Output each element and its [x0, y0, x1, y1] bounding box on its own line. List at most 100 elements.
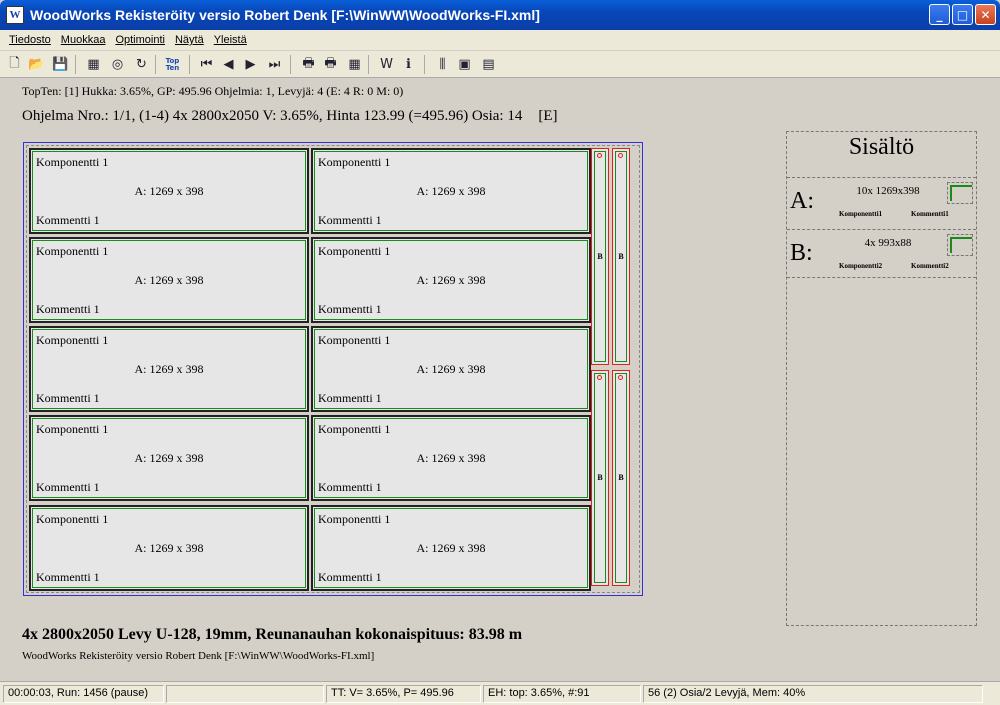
part-comment: Kommentti 1	[36, 302, 100, 316]
part-comment: Kommentti 1	[318, 391, 382, 405]
contents-comment: Kommentti2	[911, 262, 949, 270]
marker-icon	[597, 375, 602, 380]
menu-yleista[interactable]: Yleistä	[209, 34, 252, 46]
status-time: 00:00:03, Run: 1456 (pause)	[3, 685, 164, 703]
contents-row-a[interactable]: A: 10x 1269x398 Komponentti1 Kommentti1	[787, 177, 976, 225]
marker-icon	[618, 375, 623, 380]
part-a[interactable]: Komponentti 1 A: 1269 x 398 Kommentti 1	[29, 237, 309, 323]
contents-letter: A:	[790, 188, 814, 214]
title-bar[interactable]: W WoodWorks Rekisteröity versio Robert D…	[0, 0, 1000, 30]
part-a[interactable]: Komponentti 1 A: 1269 x 398 Kommentti 1	[311, 505, 591, 591]
menu-nayta[interactable]: Näytä	[170, 34, 209, 46]
part-comment: Kommentti 1	[318, 570, 382, 584]
toolbar: 🗋 📂 💾 ▦ ◎ ↻ Top Ten ⏮ ◀ ▶ ⏭ 🖶 🖶 ▦ Wℹ ⫼ ▣ ▤	[0, 51, 1000, 78]
part-thumbnail-icon	[947, 182, 973, 204]
part-a[interactable]: Komponentti 1 A: 1269 x 398 Kommentti 1	[311, 237, 591, 323]
contents-qty: 4x 993x88	[864, 237, 912, 249]
program-text: Ohjelma Nro.: 1/1, (1-4) 4x 2800x2050 V:…	[22, 108, 523, 124]
part-comment: Kommentti 1	[318, 480, 382, 494]
contents-qty: 10x 1269x398	[856, 185, 920, 197]
woodworks-icon[interactable]: W	[376, 54, 397, 75]
part-comment: Kommentti 1	[318, 302, 382, 316]
layout-icon[interactable]: ▤	[478, 54, 499, 75]
open-folder-icon[interactable]: 📂	[26, 54, 47, 75]
part-component: Komponentti 1	[318, 512, 391, 526]
cutting-board[interactable]: Komponentti 1 A: 1269 x 398 Kommentti 1 Kom…	[23, 142, 643, 596]
toolbar-separator	[189, 55, 190, 74]
strip-label: B	[597, 251, 603, 261]
part-a[interactable]: Komponentti 1 A: 1269 x 398 Kommentti 1	[29, 505, 309, 591]
info-icon[interactable]: ℹ	[398, 54, 419, 75]
grid-icon[interactable]: ▦	[344, 54, 365, 75]
part-component: Komponentti 1	[318, 422, 391, 436]
part-thumbnail-icon	[947, 234, 973, 256]
part-comment: Kommentti 1	[36, 213, 100, 227]
toolbar-separator	[75, 55, 76, 74]
contents-title: Sisältö	[848, 134, 915, 160]
marker-icon	[597, 153, 602, 158]
minimize-button[interactable]: _	[929, 4, 950, 25]
close-button[interactable]: ✕	[975, 4, 996, 25]
print-icon[interactable]: 🖶	[298, 54, 319, 75]
board-subtitle: WoodWorks Rekisteröity versio Robert Den…	[22, 650, 375, 662]
part-dimension: A: 1269 x 398	[134, 273, 204, 287]
contents-panel: Sisältö A: 10x 1269x398 Komponentti1 Kom…	[786, 131, 977, 626]
next-icon[interactable]: ▶	[240, 54, 261, 75]
prev-icon[interactable]: ◀	[218, 54, 239, 75]
contents-comment: Kommentti1	[911, 210, 949, 218]
program-info: Ohjelma Nro.: 1/1, (1-4) 4x 2800x2050 V:…	[22, 108, 558, 125]
refresh-icon[interactable]: ↻	[131, 54, 152, 75]
print-preview-icon[interactable]: 🖶	[320, 54, 341, 75]
board-inner: Komponentti 1 A: 1269 x 398 Kommentti 1 Kom…	[26, 145, 640, 593]
contents-row-b[interactable]: B: 4x 993x88 Komponentti2 Kommentti2	[787, 229, 976, 277]
last-icon[interactable]: ⏭	[264, 54, 285, 75]
part-a[interactable]: Komponentti 1 A: 1269 x 398 Kommentti 1	[29, 148, 309, 234]
maximize-button[interactable]: □	[952, 4, 973, 25]
toolbar-separator	[368, 55, 369, 74]
menu-bar: Tiedosto Muokkaa Optimointi Näytä Yleist…	[0, 30, 1000, 50]
run-icon[interactable]: ▦	[83, 54, 104, 75]
part-a[interactable]: Komponentti 1 A: 1269 x 398 Kommentti 1	[311, 415, 591, 501]
part-component: Komponentti 1	[318, 155, 391, 169]
menu-tiedosto[interactable]: Tiedosto	[4, 34, 56, 46]
topten-info: TopTen: [1] Hukka: 3.65%, GP: 495.96 Ohj…	[22, 84, 404, 98]
settings-icon[interactable]: ⫼	[432, 54, 453, 75]
program-flag: [E]	[538, 108, 558, 124]
save-icon[interactable]: 💾	[50, 54, 71, 75]
menu-optimointi[interactable]: Optimointi	[110, 34, 170, 46]
board-summary: 4x 2800x2050 Levy U-128, 19mm, Reunanauh…	[22, 626, 523, 643]
part-dimension: A: 1269 x 398	[416, 362, 486, 376]
first-icon[interactable]: ⏮	[196, 54, 217, 75]
window-icon[interactable]: ▣	[454, 54, 475, 75]
contents-divider	[787, 277, 976, 278]
part-comment: Kommentti 1	[36, 391, 100, 405]
marker-icon	[618, 153, 623, 158]
part-b[interactable]: B	[591, 148, 609, 365]
menu-muokkaa[interactable]: Muokkaa	[56, 34, 111, 46]
part-a[interactable]: Komponentti 1 A: 1269 x 398 Kommentti 1	[311, 326, 591, 412]
part-dimension: A: 1269 x 398	[416, 273, 486, 287]
part-comment: Kommentti 1	[36, 480, 100, 494]
stop-icon[interactable]: ◎	[107, 54, 128, 75]
new-file-icon[interactable]: 🗋	[4, 54, 25, 75]
part-dimension: A: 1269 x 398	[134, 541, 204, 555]
part-component: Komponentti 1	[318, 244, 391, 258]
contents-component: Komponentti1	[839, 210, 883, 218]
topten-icon[interactable]: Top Ten	[162, 54, 183, 75]
part-b[interactable]: B	[612, 370, 630, 586]
strip-label: B	[597, 473, 603, 482]
status-tt: TT: V= 3.65%, P= 495.96	[326, 685, 481, 703]
contents-component: Komponentti2	[839, 262, 883, 270]
app-icon: W	[6, 6, 24, 24]
status-eh: EH: top: 3.65%, #:91	[483, 685, 641, 703]
part-a[interactable]: Komponentti 1 A: 1269 x 398 Kommentti 1	[29, 415, 309, 501]
part-dimension: A: 1269 x 398	[134, 451, 204, 465]
part-b[interactable]: B	[591, 370, 609, 586]
part-component: Komponentti 1	[36, 422, 109, 436]
part-dimension: A: 1269 x 398	[134, 362, 204, 376]
contents-letter: B:	[790, 240, 813, 266]
part-a[interactable]: Komponentti 1 A: 1269 x 398 Kommentti 1	[311, 148, 591, 234]
part-a[interactable]: Komponentti 1 A: 1269 x 398 Kommentti 1	[29, 326, 309, 412]
part-component: Komponentti 1	[318, 333, 391, 347]
part-b[interactable]: B	[612, 148, 630, 365]
